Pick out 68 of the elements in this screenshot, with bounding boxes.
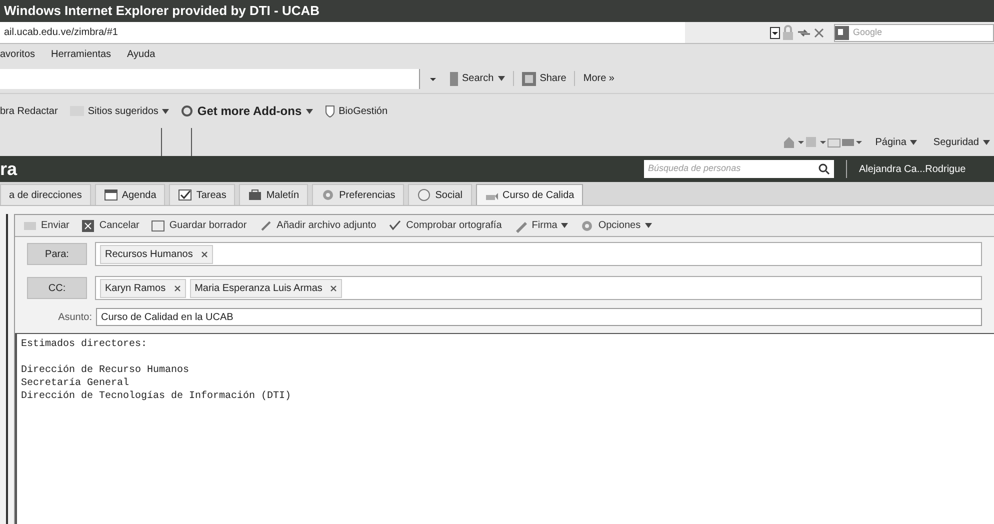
app-tab[interactable]: a de direcciones	[0, 184, 91, 205]
close-icon	[81, 218, 96, 232]
search-provider-icon	[835, 26, 849, 40]
caret-icon	[644, 223, 652, 228]
cc-button[interactable]: CC:	[27, 277, 87, 299]
feeds-icon[interactable]	[805, 136, 828, 148]
menu-item[interactable]: Herramientas	[51, 46, 112, 62]
stop-icon[interactable]	[812, 26, 826, 38]
placeholder-text: Google	[853, 26, 882, 39]
window-title: Windows Internet Explorer provided by DTI - UCAB	[4, 2, 320, 20]
toolbar-button[interactable]: Enviar	[23, 218, 70, 233]
search-button[interactable]: Search	[446, 71, 505, 86]
command-menu[interactable]: Página	[875, 134, 918, 150]
spellcheck-icon	[388, 218, 402, 232]
share-icon	[522, 72, 536, 86]
home-icon[interactable]	[783, 136, 806, 148]
subject-label: Asunto:	[57, 310, 92, 324]
caret-icon	[983, 140, 990, 144]
save-icon	[151, 218, 166, 232]
toolbar-button[interactable]: Firma	[514, 218, 568, 233]
command-menu[interactable]: Seguridad	[933, 134, 990, 150]
menu-item[interactable]: avoritos	[0, 46, 36, 62]
toolbar-button[interactable]: Añadir archivo adjunto	[258, 218, 376, 233]
menu-item[interactable]: Ayuda	[127, 46, 156, 62]
user-name[interactable]: Alejandra Ca...Rodrigue	[859, 162, 994, 176]
toolbar-button[interactable]: Cancelar	[81, 218, 140, 233]
app-title: ra	[0, 158, 18, 180]
share-button[interactable]: Share	[512, 71, 566, 86]
to-button[interactable]: Para:	[27, 243, 87, 265]
toolbar-search-field[interactable]	[0, 68, 420, 88]
recipient-chip[interactable]: Recursos Humanos	[100, 244, 213, 264]
caret-icon	[306, 108, 313, 114]
remove-icon[interactable]	[330, 284, 338, 292]
caret-icon	[162, 108, 170, 114]
recipient-field[interactable]: Recursos Humanos	[95, 242, 982, 266]
message-body[interactable]: Estimados directores: Dirección de Recurso Humanos Secretaría General Dirección de Tecnologías de Información (DTI)	[15, 333, 994, 524]
caret-icon	[498, 76, 505, 81]
print-icon[interactable]	[841, 136, 864, 148]
placeholder-text: Búsqueda de personas	[648, 162, 742, 176]
app-tab[interactable]: Curso de Calida	[476, 184, 584, 205]
recipient-field[interactable]: Karyn Ramos Maria Esperanza Luis Armas	[95, 276, 982, 300]
subject-field[interactable]: Curso de Calidad en la UCAB	[96, 308, 982, 326]
checkbox-icon	[178, 188, 192, 202]
toolbar-button[interactable]: Opciones	[580, 218, 652, 233]
app-tab[interactable]: Social	[408, 184, 472, 205]
favorite-link[interactable]: BioGestión	[324, 104, 388, 118]
toolbar-button[interactable]: Comprobar ortografía	[388, 218, 502, 233]
app-tab[interactable]: Maletín	[239, 184, 308, 205]
recipient-chip[interactable]: Maria Esperanza Luis Armas	[190, 278, 342, 298]
favorite-link[interactable]: Get more Add-ons	[181, 102, 313, 120]
briefcase-icon	[248, 188, 262, 202]
browser-logo-icon	[181, 105, 194, 117]
calendar-icon	[104, 188, 118, 202]
app-tab[interactable]: Tareas	[169, 184, 236, 205]
remove-icon[interactable]	[174, 284, 181, 292]
recipient-chip[interactable]: Karyn Ramos	[100, 278, 186, 298]
favorite-link[interactable]: bra Redactar	[0, 104, 58, 118]
refresh-icon[interactable]	[796, 26, 812, 38]
shield-icon	[324, 104, 335, 118]
remove-icon[interactable]	[200, 250, 208, 258]
caret-icon	[561, 223, 568, 228]
favorite-link[interactable]: Sitios sugeridos	[70, 104, 170, 118]
caret-icon	[910, 140, 918, 144]
app-tab[interactable]: Preferencias	[312, 184, 404, 205]
app-tab[interactable]: Agenda	[94, 184, 166, 205]
more-button[interactable]: More »	[574, 71, 614, 86]
address-field[interactable]: ail.ucab.edu.ve/zimbra/#1	[0, 22, 685, 43]
toolbar-button[interactable]: Guardar borrador	[151, 218, 247, 233]
